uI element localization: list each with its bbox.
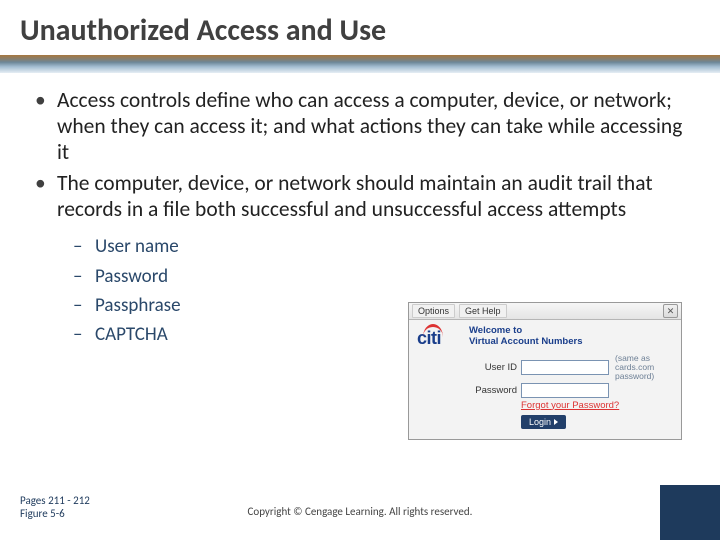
triangle-right-icon — [554, 419, 558, 425]
menu-options[interactable]: Options — [412, 304, 455, 318]
forgot-password-link[interactable]: Forgot your Password? — [521, 400, 675, 411]
subbullet-item: User name — [73, 232, 685, 261]
user-id-input[interactable] — [521, 360, 609, 375]
footer-copyright: Copyright © Cengage Learning. All rights… — [0, 505, 720, 518]
menu-get-help[interactable]: Get Help — [459, 304, 507, 318]
citi-arc-icon — [423, 324, 443, 337]
dialog-menubar: Options Get Help ✕ — [409, 303, 681, 320]
subbullet-item: Password — [73, 262, 685, 291]
bullet-item: Access controls define who can access a … — [35, 87, 685, 166]
citi-logo: citi — [417, 328, 461, 349]
close-icon[interactable]: ✕ — [663, 304, 678, 318]
title-divider — [0, 55, 720, 73]
login-dialog: Options Get Help ✕ citi Welcome to Virtu… — [408, 302, 682, 440]
field-note: (same as cards.com password) — [615, 354, 675, 381]
welcome-text: Welcome to Virtual Account Numbers — [469, 326, 675, 348]
login-button-label: Login — [529, 417, 551, 427]
password-label: Password — [469, 385, 517, 396]
password-input[interactable] — [521, 383, 609, 398]
login-button[interactable]: Login — [521, 415, 566, 429]
bullet-item: The computer, device, or network should … — [35, 170, 685, 222]
slide-title: Unauthorized Access and Use — [0, 0, 720, 55]
user-id-label: User ID — [469, 362, 517, 373]
corner-accent — [660, 485, 720, 540]
